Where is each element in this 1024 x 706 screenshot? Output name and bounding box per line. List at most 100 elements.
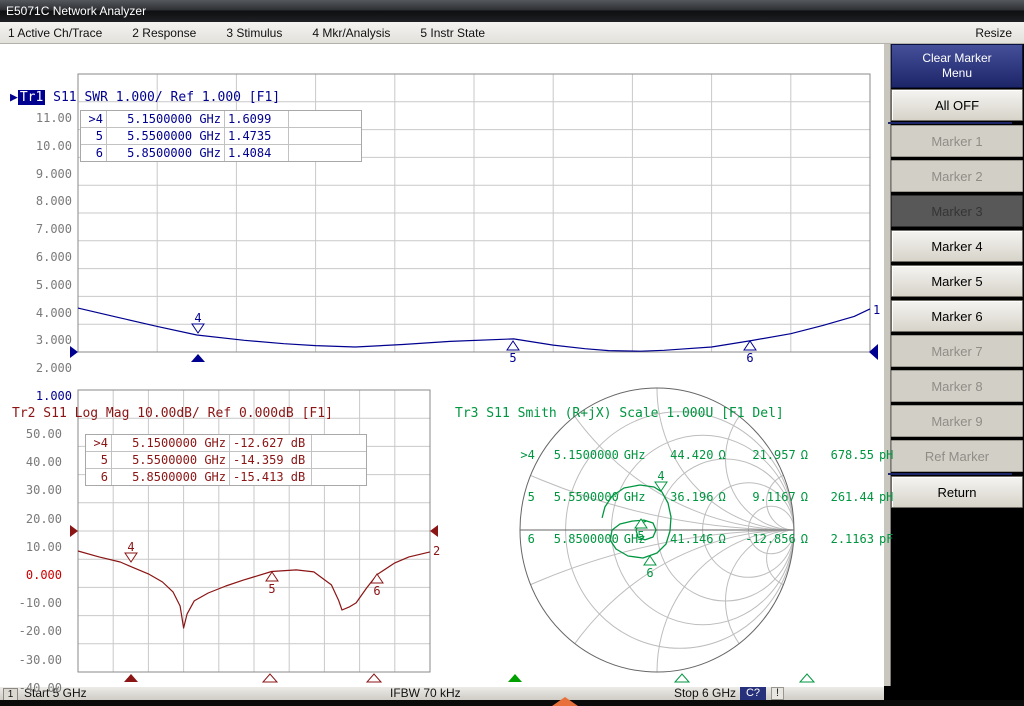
marker-number: 6: [513, 532, 535, 546]
tr1-ytick: 10.00: [22, 139, 72, 153]
ohm-unit: Ω: [718, 448, 725, 462]
tr1-name-badge: Tr1: [18, 90, 45, 105]
tr1-active-marker-stimulus-arrow: [191, 354, 205, 362]
status-bar: 1 Start 5 GHz IFBW 70 kHz Stop 6 GHz C? …: [0, 686, 884, 700]
tr1-marker4-label: 4: [194, 311, 201, 325]
lc-unit: pH: [879, 490, 893, 504]
menu-title-line1: Clear Marker: [922, 51, 991, 66]
tr2-trace-number: 2: [433, 544, 440, 558]
reactance-value: 9.1167: [736, 490, 796, 504]
tr3-marker-row: 55.5500000GHz36.196Ω9.1167Ω261.44pH: [455, 476, 893, 518]
softkey-marker-6[interactable]: Marker 6: [891, 300, 1023, 332]
softkey-marker-9: Marker 9: [891, 405, 1023, 437]
softkey-all-off[interactable]: All OFF: [891, 89, 1023, 121]
softkey-marker-1: Marker 1: [891, 125, 1023, 157]
tr3-marker-row: >45.1500000GHz44.420Ω21.957Ω678.55pH: [455, 434, 893, 476]
softkey-divider: [888, 473, 1012, 475]
marker-number-cell: 6: [81, 145, 107, 161]
marker-freq-cell: 5.8500000 GHz: [107, 145, 225, 161]
tr1-ref-level-label: 1.000: [22, 389, 72, 403]
tr2-marker6-label: 6: [373, 584, 380, 598]
tr2-ytick: 10.00: [12, 540, 62, 554]
softkey-ref-marker: Ref Marker: [891, 440, 1023, 472]
tr3-marker-row: 65.8500000GHz41.146Ω-12.856Ω2.1163pF: [455, 518, 893, 560]
tr2-ref-arrow-left: [70, 525, 78, 537]
tr2-ytick: 50.00: [12, 427, 62, 441]
tr2-ytick: 20.00: [12, 512, 62, 526]
tr2-ytick: -10.00: [12, 596, 62, 610]
window-title: E5071C Network Analyzer: [6, 4, 146, 18]
marker-freq-cell: 5.8500000 GHz: [112, 469, 230, 485]
marker-freq-cell: 5.1500000 GHz: [112, 435, 230, 452]
tr2-ytick: 30.00: [12, 483, 62, 497]
marker-value-cell: 1.4084: [225, 145, 289, 161]
tr3-marker6-label: 6: [646, 566, 653, 580]
tr1-ytick: 4.000: [22, 306, 72, 320]
empty-cell: [312, 469, 366, 485]
tr2-marker5-label: 5: [268, 582, 275, 596]
marker-number-cell: 5: [86, 452, 112, 469]
tr1-ytick: 6.000: [22, 250, 72, 264]
resistance-value: 36.196: [657, 490, 713, 504]
freq-unit: GHz: [624, 448, 646, 462]
marker-freq-cell: 5.5500000 GHz: [112, 452, 230, 469]
softkey-marker-4[interactable]: Marker 4: [891, 230, 1023, 262]
marker-value-cell: -15.413 dB: [230, 469, 312, 485]
menu-active-ch-trace[interactable]: 1 Active Ch/Trace: [8, 26, 102, 40]
softkey-marker-2: Marker 2: [891, 160, 1023, 192]
tr2-ytick: 40.00: [12, 455, 62, 469]
softkey-marker-3[interactable]: Marker 3: [891, 195, 1023, 227]
correction-status-badge[interactable]: C?: [740, 687, 766, 700]
menu-instr-state[interactable]: 5 Instr State: [420, 26, 485, 40]
marker-value-cell: -14.359 dB: [230, 452, 312, 469]
equivalent-lc-value: 2.1163: [818, 532, 874, 546]
marker-value-cell: -12.627 dB: [230, 435, 312, 452]
tr1-ytick: 8.000: [22, 194, 72, 208]
resistance-value: 41.146: [657, 532, 713, 546]
freq-unit: GHz: [624, 490, 646, 504]
softkey-marker-8: Marker 8: [891, 370, 1023, 402]
menu-stimulus[interactable]: 3 Stimulus: [226, 26, 282, 40]
marker-number: 5: [513, 490, 535, 504]
tr1-ref-arrow-left: [70, 346, 78, 358]
stop-frequency-label: Stop 6 GHz: [674, 687, 736, 700]
bottom-strip: [0, 700, 1024, 706]
menu-response[interactable]: 2 Response: [132, 26, 196, 40]
tr1-ytick: 7.000: [22, 222, 72, 236]
resistance-value: 44.420: [657, 448, 713, 462]
tr2-grid: [78, 390, 430, 672]
tr1-active-arrow: ▶: [10, 90, 18, 105]
tr1-marker6-label: 6: [746, 351, 753, 365]
tr3-active-marker-stimulus-arrow: [508, 674, 522, 682]
softkey-menu-title: Clear Marker Menu: [891, 44, 1023, 88]
marker-freq-cell: 5.5500000 GHz: [107, 128, 225, 145]
empty-cell: [312, 435, 366, 452]
tr2-header: Tr2 S11 Log Mag 10.00dB/ Ref 0.000dB [F1…: [12, 406, 333, 421]
tr1-marker5-label: 5: [509, 351, 516, 365]
softkey-scroll-strip[interactable]: [884, 44, 891, 686]
tr1-ytick: 11.00: [22, 111, 72, 125]
window-titlebar[interactable]: E5071C Network Analyzer: [0, 0, 1024, 22]
ifbw-label: IFBW 70 kHz: [390, 687, 461, 700]
tr3-marker-readout: >45.1500000GHz44.420Ω21.957Ω678.55pH 55.…: [455, 434, 893, 560]
freq-unit: GHz: [624, 532, 646, 546]
tr1-header-text: S11 SWR 1.000/ Ref 1.000 [F1]: [45, 90, 280, 105]
ohm-unit: Ω: [801, 532, 808, 546]
marker-freq: 5.1500000: [543, 448, 619, 462]
softkey-marker-5[interactable]: Marker 5: [891, 265, 1023, 297]
softkey-return[interactable]: Return: [891, 476, 1023, 508]
menu-resize[interactable]: Resize: [975, 26, 1012, 40]
menu-mkr-analysis[interactable]: 4 Mkr/Analysis: [312, 26, 390, 40]
tr1-ytick: 3.000: [22, 333, 72, 347]
softkey-menu: Clear Marker Menu All OFF Marker 1 Marke…: [884, 44, 1024, 706]
sweep-position-indicator-icon: [552, 697, 578, 706]
marker-freq: 5.8500000: [543, 532, 619, 546]
reactance-value: 21.957: [736, 448, 796, 462]
tr1-ytick: 9.000: [22, 167, 72, 181]
empty-cell: [289, 111, 361, 128]
marker-value-cell: 1.6099: [225, 111, 289, 128]
marker-number-cell: 6: [86, 469, 112, 485]
reactance-value: -12.856: [736, 532, 796, 546]
tr2-ytick: -30.00: [12, 653, 62, 667]
alert-badge[interactable]: !: [771, 687, 784, 700]
